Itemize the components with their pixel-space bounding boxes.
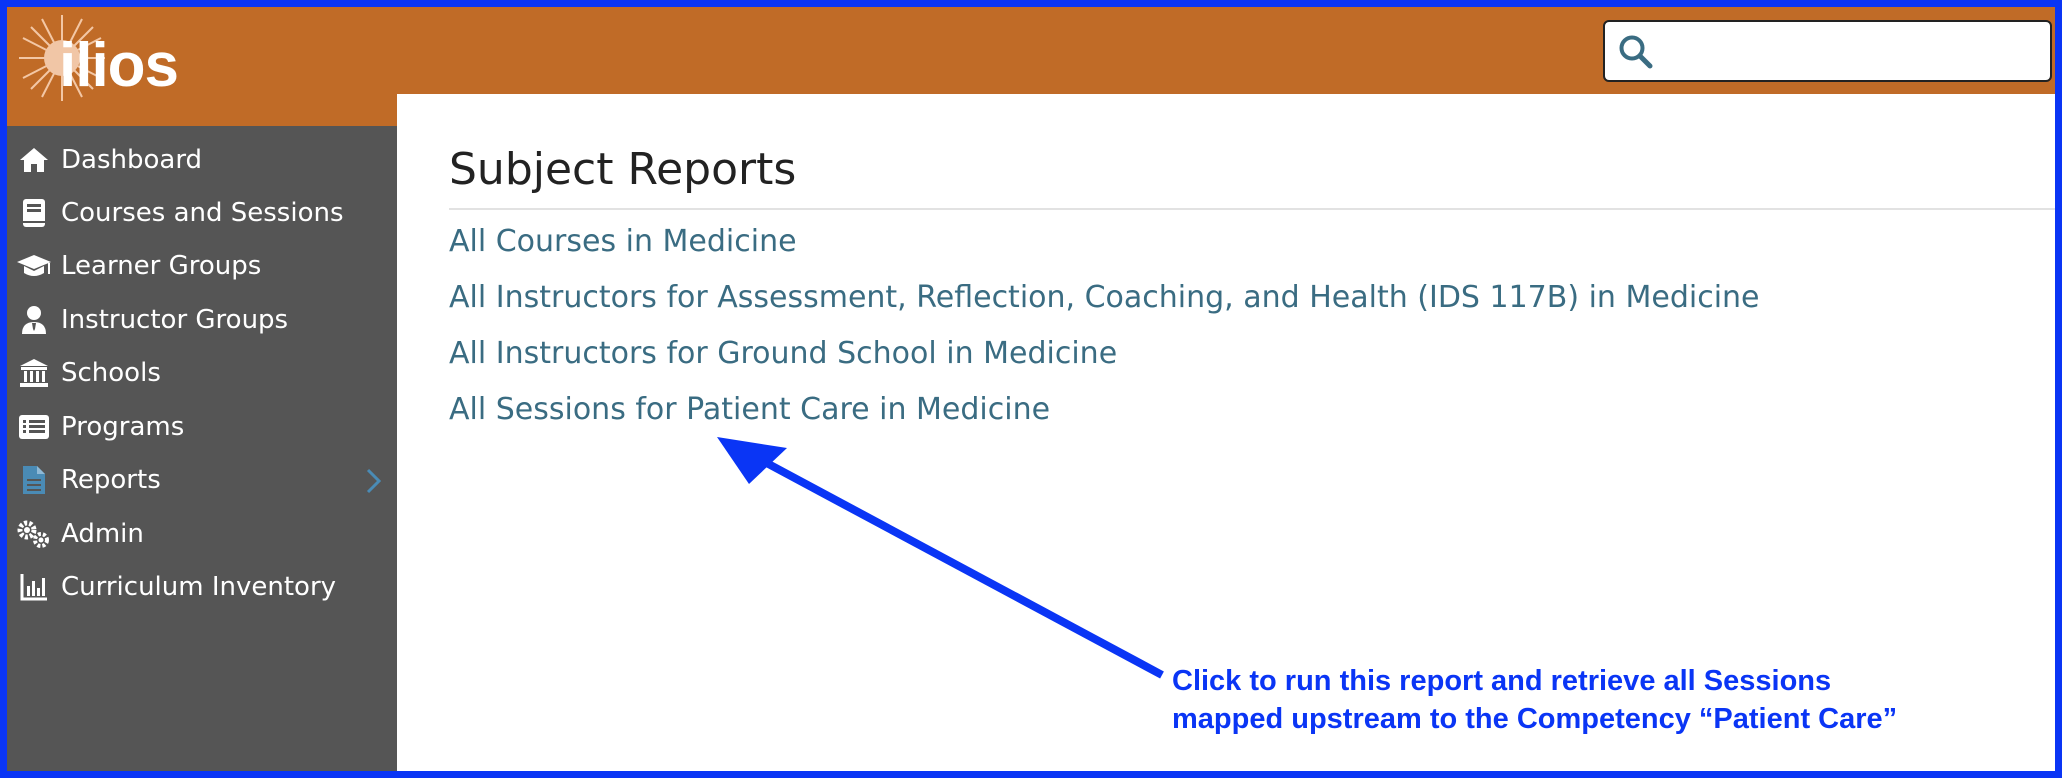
search-icon xyxy=(1619,35,1653,69)
sidebar-item-label: Programs xyxy=(61,412,185,442)
sidebar-item-instructor-groups[interactable]: Instructor Groups xyxy=(7,296,397,344)
file-icon xyxy=(7,465,61,495)
home-icon xyxy=(7,146,61,174)
sidebar-item-label: Admin xyxy=(61,519,144,549)
graduation-cap-icon xyxy=(7,252,61,280)
annotation-line-2: mapped upstream to the Competency “Patie… xyxy=(1172,703,1898,735)
book-icon xyxy=(7,198,61,228)
search-box[interactable] xyxy=(1603,20,2052,82)
chevron-right-icon xyxy=(366,468,381,494)
report-link-instructors-ids-117b[interactable]: All Instructors for Assessment, Reflecti… xyxy=(449,280,1760,315)
logo-text: ilios xyxy=(59,31,179,100)
sidebar-nav: Dashboard Courses and Sessions Learner G… xyxy=(7,126,397,771)
report-link-instructors-ground-school[interactable]: All Instructors for Ground School in Med… xyxy=(449,336,1117,371)
report-link-sessions-patient-care[interactable]: All Sessions for Patient Care in Medicin… xyxy=(449,392,1050,427)
sidebar-item-label: Learner Groups xyxy=(61,251,262,281)
cogs-icon xyxy=(7,519,61,549)
sidebar-item-label: Courses and Sessions xyxy=(61,198,344,228)
search-input[interactable] xyxy=(1665,30,2035,72)
sidebar-item-admin[interactable]: Admin xyxy=(7,510,397,558)
sidebar-item-programs[interactable]: Programs xyxy=(7,403,397,451)
page-title: Subject Reports xyxy=(449,144,797,195)
sidebar-item-reports[interactable]: Reports xyxy=(7,456,397,504)
sidebar-item-courses-and-sessions[interactable]: Courses and Sessions xyxy=(7,189,397,237)
sidebar-item-label: Curriculum Inventory xyxy=(61,572,337,602)
university-icon xyxy=(7,358,61,388)
annotation-line-1: Click to run this report and retrieve al… xyxy=(1172,665,1832,697)
report-link-all-courses[interactable]: All Courses in Medicine xyxy=(449,224,797,259)
user-tie-icon xyxy=(7,305,61,335)
chart-bar-icon xyxy=(7,573,61,601)
sidebar-item-label: Reports xyxy=(61,465,161,495)
sidebar-item-curriculum-inventory[interactable]: Curriculum Inventory xyxy=(7,563,397,611)
sidebar-item-label: Instructor Groups xyxy=(61,305,289,335)
list-alt-icon xyxy=(7,414,61,440)
sidebar-item-schools[interactable]: Schools xyxy=(7,349,397,397)
annotation-callout: Click to run this report and retrieve al… xyxy=(1172,662,1897,738)
sidebar-item-dashboard[interactable]: Dashboard xyxy=(7,136,397,184)
sidebar-item-label: Dashboard xyxy=(61,145,203,175)
sidebar-item-label: Schools xyxy=(61,358,161,388)
sidebar-item-learner-groups[interactable]: Learner Groups xyxy=(7,242,397,290)
ilios-logo[interactable]: ilios xyxy=(7,7,397,126)
title-divider xyxy=(449,208,2055,210)
